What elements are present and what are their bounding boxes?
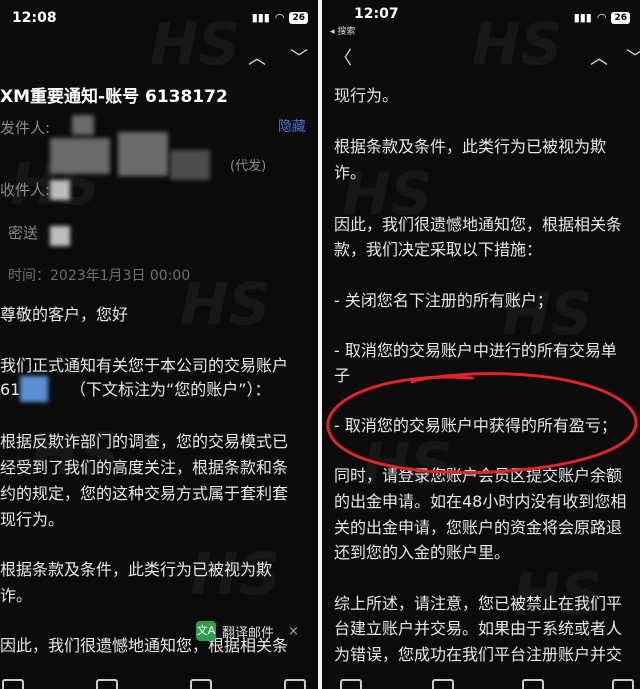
body-line: 根据条款及条件，此类行为已被视为欺 (334, 137, 607, 156)
battery-indicator: 26 (611, 11, 630, 24)
status-bar: 12:07 ◂ 搜索 ▮▮▮ ◠ 26 (322, 0, 640, 37)
redacted-cc (50, 226, 70, 246)
body-line: 台建立账户并交易。如果由于系统或者人 (334, 619, 623, 638)
body-line: 诈。 (334, 163, 367, 182)
body-line: 的出金申请。如在48小时内没有收到您相 (334, 492, 627, 511)
signal-icon: ▮▮▮ (573, 11, 592, 24)
body-line: 约的规定，您的这种交易方式属于套利套 (0, 484, 289, 503)
watermark: HS (180, 270, 271, 338)
chevron-up-icon[interactable]: ︿ (248, 44, 266, 70)
redacted-account (20, 376, 48, 402)
body-line: 为错误，您成功在我们平台注册账户并交 (334, 645, 623, 664)
sent-time: 时间：2023年1月3日 00:00 (8, 268, 191, 284)
body-line: - 关闭您名下注册的所有账户； (334, 291, 553, 310)
from-label: 发件人: (0, 119, 51, 137)
mark-icon[interactable] (2, 679, 24, 689)
body-line: 现行为。 (0, 510, 65, 529)
mail-toolbar (322, 671, 640, 689)
mail-subject: XM重要通知-账号 6138172 (0, 87, 228, 107)
back-chevron-icon[interactable]: 〈 (334, 44, 352, 70)
cc-label: 密送 (8, 224, 39, 242)
trash-icon[interactable] (96, 679, 118, 689)
redacted-address (170, 150, 210, 180)
body-line: 我们正式通知有关您于本公司的交易账户 (0, 356, 289, 375)
mail-toolbar (0, 671, 318, 689)
body-line: - 取消您的交易账户中进行的所有交易单 (334, 341, 617, 360)
chevron-up-icon[interactable]: ︿ (590, 44, 608, 70)
body-line: 子 (334, 366, 351, 385)
battery-indicator: 26 (289, 11, 308, 24)
wifi-icon: ◠ (596, 11, 607, 24)
body-line: 因此，我们很遗憾地通知您，根据相关条 (334, 215, 623, 234)
signal-icon: ▮▮▮ (251, 11, 270, 24)
status-bar: 12:08 ▮▮▮ ◠ 26 (0, 0, 318, 34)
body-line: 还到您的入金的账户里。 (334, 543, 511, 562)
back-to-search[interactable]: ◂ 搜索 (330, 24, 355, 37)
body-line: 现行为。 (334, 86, 399, 105)
on-behalf-label: (代发) (230, 159, 267, 174)
translate-icon: 文A (196, 621, 216, 641)
right-screenshot: HS HS HS HS HS 12:07 ◂ 搜索 ▮▮▮ ◠ 26 〈 ︿ ﹀… (322, 0, 640, 689)
redacted-name (118, 132, 168, 176)
redacted-sender (72, 115, 94, 135)
wifi-icon: ◠ (274, 11, 285, 24)
body-line: - 取消您的交易账户中获得的所有盈亏； (334, 416, 617, 435)
mark-icon[interactable] (340, 679, 362, 689)
body-line: 根据反欺诈部门的调查，您的交易模式已 (0, 432, 289, 451)
reply-icon[interactable] (190, 679, 212, 689)
forward-icon[interactable] (612, 679, 634, 689)
body-line: 同时，请登录您账户会员区提交账户余额 (334, 466, 623, 485)
reply-icon[interactable] (522, 679, 544, 689)
body-line: 尊敬的客户，您好 (0, 305, 129, 324)
close-icon[interactable]: × (288, 624, 299, 639)
body-line: 综上所述，请注意，您已被禁止在我们平 (334, 594, 623, 613)
body-line: 经受到了我们的高度关注，根据条款和条 (0, 458, 289, 477)
mail-nav-bar: ︿ ﹀ (0, 38, 318, 74)
body-line: 关的出金申请，您账户的资金将会原路退 (334, 518, 623, 537)
translate-mail-chip[interactable]: 文A 翻译邮件 × (196, 618, 299, 644)
body-line: 诈。 (0, 586, 33, 605)
hide-link[interactable]: 隐藏 (278, 117, 306, 137)
redacted-avatar (50, 138, 110, 174)
mail-nav-bar: 〈 ︿ ﹀ (322, 38, 640, 74)
status-time: 12:08 (12, 10, 57, 26)
watermark: HS (362, 430, 453, 498)
forward-icon[interactable] (284, 679, 306, 689)
chevron-down-icon[interactable]: ﹀ (626, 44, 640, 70)
redacted-recipient (50, 180, 70, 200)
body-line: 款，我们决定采取以下措施： (334, 240, 543, 259)
status-time: 12:07 (354, 6, 399, 22)
to-label: 收件人: (0, 181, 51, 199)
left-screenshot: HS HS HS HS HS 12:08 ▮▮▮ ◠ 26 ︿ ﹀ XM重要通知… (0, 0, 318, 689)
body-line: （下文标注为“您的账户”）： (70, 380, 271, 399)
account-prefix: 61 (0, 380, 21, 399)
trash-icon[interactable] (432, 679, 454, 689)
body-line: 根据条款及条件，此类行为已被视为欺 (0, 560, 273, 579)
translate-label: 翻译邮件 (222, 625, 275, 641)
chevron-down-icon[interactable]: ﹀ (290, 44, 308, 70)
